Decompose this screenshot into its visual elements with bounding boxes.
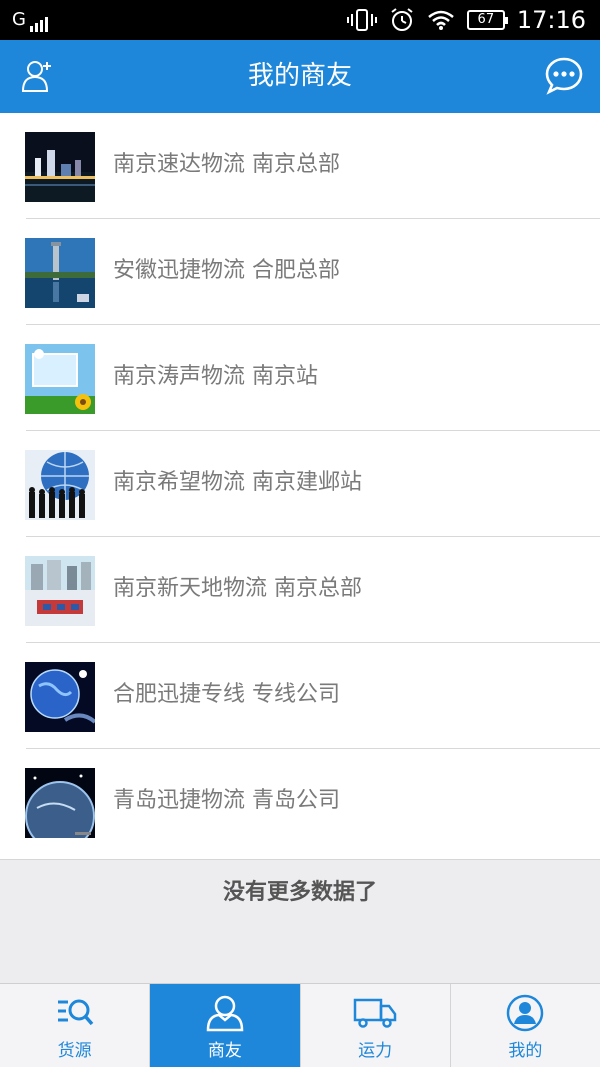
signal-bar [44, 17, 48, 32]
status-bar: G 67 17:16 [0, 0, 600, 40]
contact-name: 南京涛声物流 南京站 [113, 364, 318, 389]
end-of-list-message: 没有更多数据了 [0, 859, 600, 983]
contact-name: 南京速达物流 南京总部 [113, 152, 340, 177]
page-title: 我的商友 [247, 61, 352, 91]
vibrate-icon [346, 9, 377, 31]
contact-list: 南京速达物流 南京总部 安徽迅捷物流 合肥总部 南京涛声物流 南京站 南京希望物… [0, 113, 600, 859]
clock: 17:16 [516, 6, 586, 34]
chat-bubble-icon[interactable] [544, 56, 584, 96]
list-search-icon [57, 999, 93, 1026]
person-icon [206, 995, 244, 1032]
contact-name: 南京希望物流 南京建邺站 [113, 470, 362, 495]
truck-icon [353, 998, 397, 1028]
contact-name: 合肥迅捷专线 专线公司 [113, 682, 340, 707]
tab-label: 运力 [358, 1041, 393, 1061]
contact-thumbnail [25, 132, 95, 202]
list-item[interactable]: 安徽迅捷物流 合肥总部 [0, 219, 600, 325]
signal-bar [29, 26, 33, 32]
tab-label: 货源 [57, 1041, 92, 1061]
tab-label: 我的 [508, 1041, 543, 1061]
wifi-icon [428, 10, 454, 30]
contact-thumbnail [25, 662, 95, 732]
contact-thumbnail [25, 768, 95, 838]
contact-thumbnail [25, 450, 95, 520]
signal-bar [39, 20, 43, 32]
contact-thumbnail [25, 344, 95, 414]
bottom-navigation: 货源 商友 运力 我的 [0, 983, 600, 1067]
signal-indicator: G [12, 8, 48, 32]
contact-name: 青岛迅捷物流 青岛公司 [113, 788, 340, 813]
tab-label: 商友 [207, 1041, 242, 1061]
tab-capacity[interactable]: 运力 [301, 984, 451, 1067]
tab-goods-source[interactable]: 货源 [0, 984, 151, 1067]
battery-indicator: 67 [466, 10, 508, 30]
signal-bar [34, 23, 38, 32]
contact-name: 安徽迅捷物流 合肥总部 [113, 258, 340, 283]
list-item[interactable]: 青岛迅捷物流 青岛公司 [0, 749, 600, 855]
contact-name: 南京新天地物流 南京总部 [113, 576, 362, 601]
list-item[interactable]: 南京新天地物流 南京总部 [0, 537, 600, 643]
list-item[interactable]: 南京速达物流 南京总部 [0, 113, 600, 219]
alarm-icon [391, 8, 413, 31]
contact-thumbnail [25, 238, 95, 308]
title-bar: 我的商友 [0, 40, 600, 113]
tab-mine[interactable]: 我的 [451, 984, 600, 1067]
profile-icon [507, 994, 544, 1032]
list-item[interactable]: 合肥迅捷专线 专线公司 [0, 643, 600, 749]
no-more-data-text: 没有更多数据了 [222, 880, 377, 905]
contact-thumbnail [25, 556, 95, 626]
list-item[interactable]: 南京涛声物流 南京站 [0, 325, 600, 431]
network-type: G [12, 9, 26, 30]
tab-friends[interactable]: 商友 [150, 984, 301, 1067]
list-item[interactable]: 南京希望物流 南京建邺站 [0, 431, 600, 537]
